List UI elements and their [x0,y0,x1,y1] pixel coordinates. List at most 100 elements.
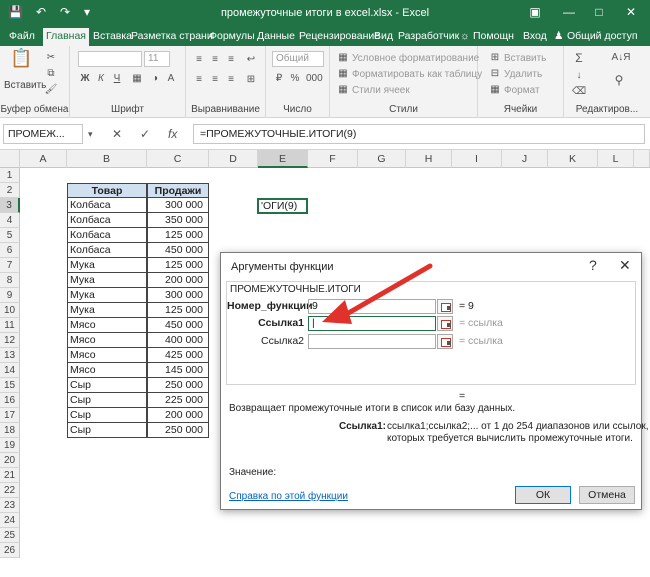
cancel-button[interactable]: Отмена [579,486,635,504]
column-header[interactable]: A [20,150,67,168]
maximize-button[interactable]: □ [588,2,610,22]
autosum-icon[interactable]: Σ [572,52,586,64]
row-header[interactable]: 21 [0,468,20,483]
name-box-dropdown-icon[interactable]: ▾ [88,129,93,140]
paste-icon[interactable]: 📋 [10,49,32,74]
product-cell[interactable]: Мука [67,288,147,303]
row-header[interactable]: 7 [0,258,20,273]
tab-developer[interactable]: Разработчик [395,28,462,46]
product-cell[interactable]: Мука [67,273,147,288]
product-cell[interactable]: Мука [67,258,147,273]
product-cell[interactable]: Колбаса [67,213,147,228]
column-header[interactable]: B [67,150,147,168]
sales-cell[interactable]: 125 000 [147,303,209,318]
dialog-help-icon[interactable]: ? [589,257,597,273]
row-header[interactable]: 6 [0,243,20,258]
name-box[interactable]: ПРОМЕЖ... [3,124,83,144]
tab-data[interactable]: Данные [254,28,298,46]
row-header[interactable]: 14 [0,363,20,378]
tab-file[interactable]: Файл [6,28,38,46]
sales-cell[interactable]: 400 000 [147,333,209,348]
align-bottom-icon[interactable]: ≡ [224,54,238,66]
row-header[interactable]: 23 [0,498,20,513]
product-cell[interactable]: Колбаса [67,228,147,243]
align-left-icon[interactable]: ≡ [192,74,206,86]
product-cell[interactable]: Колбаса [67,198,147,213]
sales-cell[interactable]: 300 000 [147,198,209,213]
column-header[interactable]: F [308,150,358,168]
wrap-text-icon[interactable]: ↩ [244,54,258,66]
row-header[interactable]: 18 [0,423,20,438]
paste-label[interactable]: Вставить [4,80,46,91]
borders-icon[interactable]: ▦ [130,73,144,85]
tab-page-layout[interactable]: Разметка страни [128,28,216,46]
row-header[interactable]: 10 [0,303,20,318]
row-header[interactable]: 8 [0,273,20,288]
product-cell[interactable]: Мука [67,303,147,318]
range-picker-icon[interactable] [437,334,453,349]
align-top-icon[interactable]: ≡ [192,54,206,66]
clear-icon[interactable]: ⌫ [572,86,586,98]
sales-cell[interactable]: 450 000 [147,318,209,333]
copy-icon[interactable]: ⧉ [44,68,58,80]
tab-home[interactable]: Главная [43,28,89,46]
ribbon-display-options-icon[interactable]: ▣ [524,2,546,22]
formula-input[interactable]: =ПРОМЕЖУТОЧНЫЕ.ИТОГИ(9) [193,124,645,144]
align-center-icon[interactable]: ≡ [208,74,222,86]
fill-icon[interactable]: ↓ [572,70,586,82]
product-cell[interactable]: Сыр [67,408,147,423]
column-header[interactable]: D [209,150,258,168]
sales-cell[interactable]: 250 000 [147,378,209,393]
share-button[interactable]: Общий доступ [567,30,638,42]
sales-cell[interactable]: 200 000 [147,408,209,423]
sales-cell[interactable]: 125 000 [147,228,209,243]
sales-cell[interactable]: 250 000 [147,423,209,438]
underline-icon[interactable]: Ч [110,73,124,85]
row-header[interactable]: 12 [0,333,20,348]
row-header[interactable]: 2 [0,183,20,198]
product-cell[interactable]: Колбаса [67,243,147,258]
format-cells-button[interactable]: Формат [504,85,540,96]
sales-cell[interactable]: 125 000 [147,258,209,273]
sales-cell[interactable]: 425 000 [147,348,209,363]
row-header[interactable]: 16 [0,393,20,408]
row-header[interactable]: 4 [0,213,20,228]
range-picker-icon[interactable] [437,316,453,331]
product-cell[interactable]: Мясо [67,363,147,378]
product-cell[interactable]: Сыр [67,393,147,408]
row-header[interactable]: 9 [0,288,20,303]
row-header[interactable]: 15 [0,378,20,393]
row-header[interactable]: 5 [0,228,20,243]
align-middle-icon[interactable]: ≡ [208,54,222,66]
tab-view[interactable]: Вид [371,28,396,46]
cancel-formula-icon[interactable]: ✕ [112,127,122,141]
merge-cells-icon[interactable]: ⊞ [244,74,258,86]
row-header[interactable]: 1 [0,168,20,183]
row-header[interactable]: 20 [0,453,20,468]
italic-icon[interactable]: К [94,73,108,85]
insert-function-icon[interactable]: fx [168,127,177,141]
sales-cell[interactable]: 450 000 [147,243,209,258]
minimize-button[interactable]: — [558,2,580,22]
delete-cells-button[interactable]: Удалить [504,69,542,80]
cut-icon[interactable]: ✂ [44,52,58,64]
row-header[interactable]: 17 [0,408,20,423]
row-header[interactable]: 26 [0,543,20,558]
active-cell[interactable]: 'ОГИ(9) [257,198,308,214]
table-header-sales[interactable]: Продажи [147,183,209,198]
thousands-icon[interactable]: 000 [306,73,323,85]
percent-icon[interactable]: % [288,73,302,85]
ok-button[interactable]: ОК [515,486,571,504]
function-num-input[interactable]: 9 [308,299,436,314]
cell-styles-button[interactable]: Стили ячеек [352,85,410,96]
column-header[interactable]: I [452,150,502,168]
column-header[interactable]: H [406,150,452,168]
column-header[interactable]: C [147,150,209,168]
bold-icon[interactable]: Ж [78,73,92,85]
product-cell[interactable]: Мясо [67,333,147,348]
sales-cell[interactable]: 350 000 [147,213,209,228]
row-header[interactable]: 13 [0,348,20,363]
sales-cell[interactable]: 145 000 [147,363,209,378]
select-all-corner[interactable] [0,150,20,168]
signin-link[interactable]: Вход [523,30,547,42]
